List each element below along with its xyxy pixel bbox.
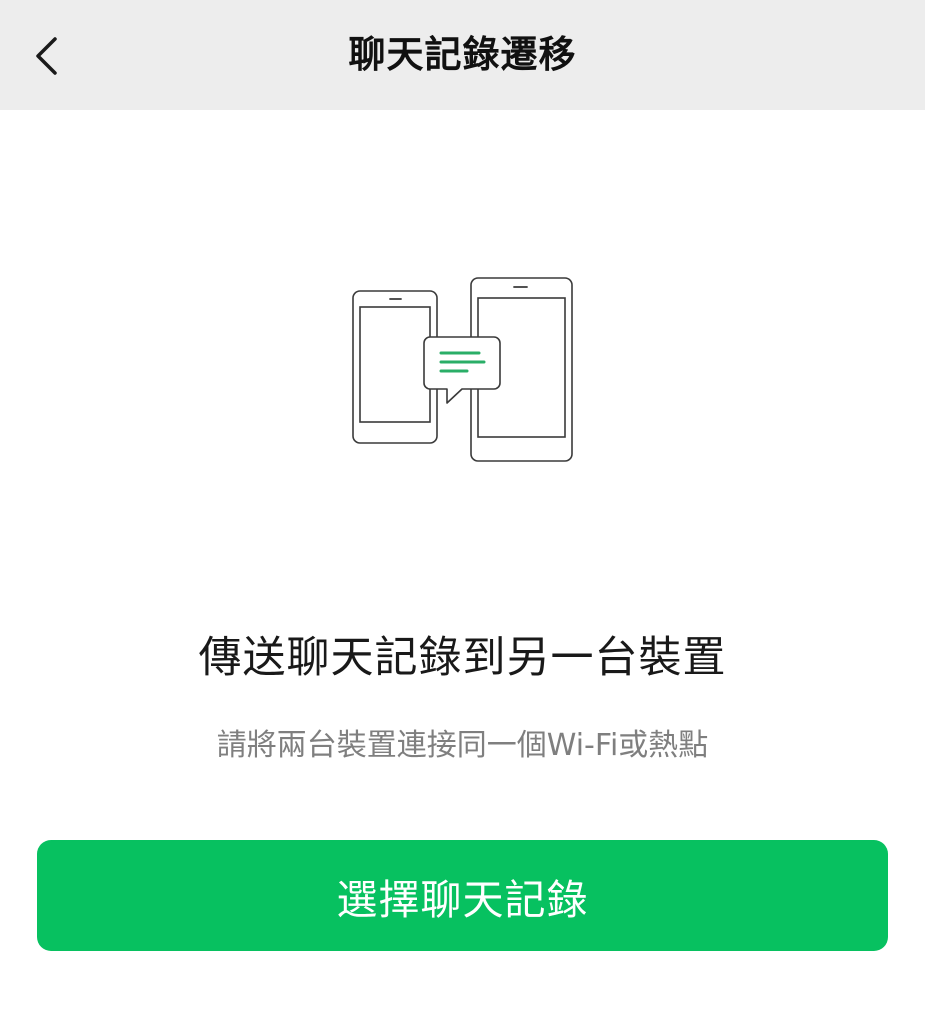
select-chat-history-button[interactable]: 選擇聊天記錄 bbox=[37, 840, 888, 951]
wifi-instruction: 請將兩台裝置連接同一個Wi-Fi或熱點 bbox=[216, 728, 709, 763]
page-title: 聊天記錄遷移 bbox=[348, 33, 577, 76]
devices-transfer-icon bbox=[352, 277, 573, 462]
select-chat-history-label: 選擇聊天記錄 bbox=[336, 875, 589, 924]
transfer-headline: 傳送聊天記錄到另一台裝置 bbox=[198, 633, 727, 683]
chat-migration-page: 聊天記錄遷移 傳送聊天記錄到另一台裝置 請將兩台裝置連接同一個Wi-Fi或熱點 … bbox=[0, 0, 925, 1024]
top-nav-bar: 聊天記錄遷移 bbox=[0, 0, 925, 110]
